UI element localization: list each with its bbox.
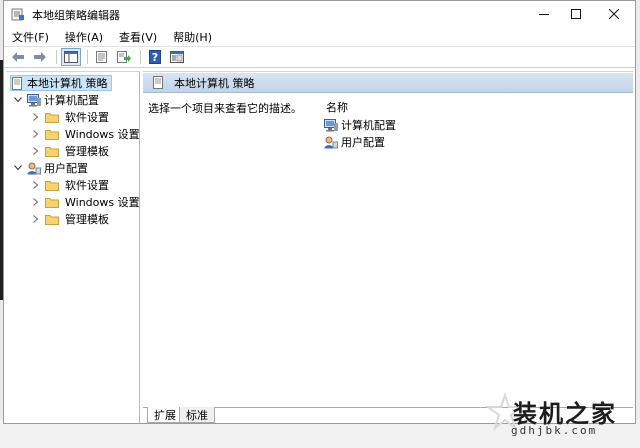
folder-icon xyxy=(45,197,59,208)
policy-document-icon xyxy=(12,76,22,90)
user-icon xyxy=(27,162,41,174)
chevron-right-icon[interactable] xyxy=(30,179,42,191)
column-header-name[interactable]: 名称 xyxy=(326,99,348,115)
chevron-right-icon[interactable] xyxy=(30,213,42,225)
tree-node-user-windows-settings[interactable]: Windows 设置 xyxy=(30,194,140,210)
close-button[interactable] xyxy=(594,1,634,27)
toolbar-separator xyxy=(140,50,141,64)
export-list-icon xyxy=(117,51,131,63)
svg-text:?: ? xyxy=(152,51,158,64)
description-text: 选择一个项目来查看它的描述。 xyxy=(148,102,302,115)
close-icon xyxy=(609,9,619,19)
tree-node-label: 软件设置 xyxy=(65,111,109,124)
user-icon xyxy=(324,136,338,148)
tree-node-label: Windows 设置 xyxy=(65,128,140,141)
window-title: 本地组策略编辑器 xyxy=(32,9,120,22)
list-item-label: 计算机配置 xyxy=(341,119,396,132)
title-bar[interactable]: 本地组策略编辑器 xyxy=(4,1,635,27)
tree-node-user-admin-templates[interactable]: 管理模板 xyxy=(30,211,109,227)
computer-icon xyxy=(324,118,338,131)
forward-button[interactable] xyxy=(30,48,50,66)
folder-icon xyxy=(45,129,59,140)
help-button[interactable]: ? xyxy=(145,48,165,66)
menu-file[interactable]: 文件(F) xyxy=(12,29,49,45)
back-icon xyxy=(12,52,24,62)
chevron-right-icon[interactable] xyxy=(30,128,42,140)
toolbar: ? xyxy=(4,46,635,68)
chevron-down-icon[interactable] xyxy=(12,162,24,174)
details-pane-title: 本地计算机 策略 xyxy=(174,76,255,90)
help-icon: ? xyxy=(149,50,161,64)
chevron-right-icon[interactable] xyxy=(30,111,42,123)
menu-bar: 文件(F) 操作(A) 查看(V) 帮助(H) xyxy=(4,27,635,46)
chevron-right-icon[interactable] xyxy=(30,145,42,157)
list-item-user-config[interactable]: 用户配置 xyxy=(324,134,385,150)
gpedit-app-icon xyxy=(11,8,24,21)
gpedit-window: 本地组策略编辑器 文件(F) 操作(A) 查看(V) 帮助(H) ? 本地计算机… xyxy=(3,0,636,424)
details-pane-header: 本地计算机 策略 xyxy=(143,73,633,93)
tab-standard[interactable]: 标准 xyxy=(179,407,215,423)
chevron-down-icon[interactable] xyxy=(12,94,24,106)
tree-node-local-policy[interactable]: 本地计算机 策略 xyxy=(10,75,112,91)
folder-icon xyxy=(45,214,59,225)
show-hide-tree-icon xyxy=(64,51,78,63)
menu-help[interactable]: 帮助(H) xyxy=(173,29,212,45)
computer-icon xyxy=(27,93,41,106)
tree-node-label: 用户配置 xyxy=(44,162,88,175)
toolbar-separator xyxy=(87,50,88,64)
tree-node-label: 管理模板 xyxy=(65,145,109,158)
maximize-icon xyxy=(571,9,581,19)
forward-icon xyxy=(34,52,46,62)
tree-node-computer-software-settings[interactable]: 软件设置 xyxy=(30,109,109,125)
minimize-icon xyxy=(539,14,549,15)
menu-action[interactable]: 操作(A) xyxy=(65,29,103,45)
view-button[interactable] xyxy=(167,48,187,66)
maximize-button[interactable] xyxy=(556,1,596,27)
watermark: 装机之家 gdhjbk.com xyxy=(485,392,633,446)
menu-view[interactable]: 查看(V) xyxy=(119,29,157,45)
tree-node-label: 计算机配置 xyxy=(44,94,99,107)
export-list-button[interactable] xyxy=(114,48,134,66)
tree-node-label: 管理模板 xyxy=(65,213,109,226)
list-item-computer-config[interactable]: 计算机配置 xyxy=(324,117,396,133)
chevron-right-icon[interactable] xyxy=(30,196,42,208)
properties-icon xyxy=(96,51,107,63)
tree-node-label: Windows 设置 xyxy=(65,196,140,209)
view-icon xyxy=(170,51,184,63)
back-button[interactable] xyxy=(8,48,28,66)
tab-extended[interactable]: 扩展 xyxy=(147,407,183,423)
details-pane: 本地计算机 策略 选择一个项目来查看它的描述。 名称 计算机配置 用户配置 xyxy=(143,71,633,408)
watermark-url: gdhjbk.com xyxy=(511,424,598,437)
show-hide-tree-button[interactable] xyxy=(61,48,81,66)
tree-node-label: 软件设置 xyxy=(65,179,109,192)
toolbar-separator xyxy=(56,50,57,64)
tree-node-computer-windows-settings[interactable]: Windows 设置 xyxy=(30,126,140,142)
console-tree: 本地计算机 策略 计算机配置 软件设置 Windows 设置 管理模板 用户配置… xyxy=(6,71,140,423)
policy-document-icon xyxy=(153,76,163,89)
tree-node-computer-config[interactable]: 计算机配置 xyxy=(12,92,99,108)
list-item-label: 用户配置 xyxy=(341,136,385,149)
tree-node-user-software-settings[interactable]: 软件设置 xyxy=(30,177,109,193)
properties-button[interactable] xyxy=(92,48,112,66)
folder-icon xyxy=(45,112,59,123)
tree-node-user-config[interactable]: 用户配置 xyxy=(12,160,88,176)
folder-icon xyxy=(45,180,59,191)
folder-icon xyxy=(45,146,59,157)
tree-node-computer-admin-templates[interactable]: 管理模板 xyxy=(30,143,109,159)
tree-node-label: 本地计算机 策略 xyxy=(27,77,108,90)
